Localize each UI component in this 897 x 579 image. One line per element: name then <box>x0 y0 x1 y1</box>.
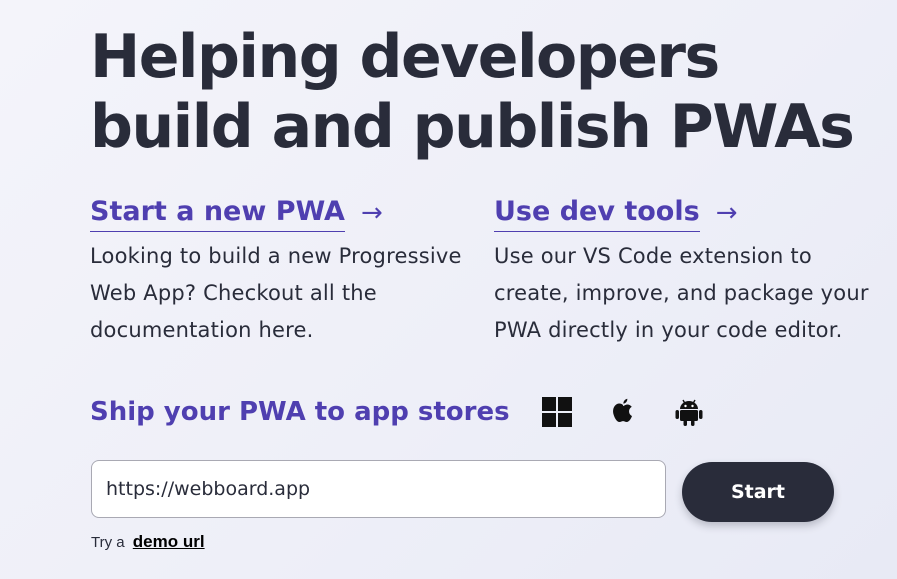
arrow-right-icon: → <box>360 198 383 228</box>
demo-url-row: Try a demo url <box>91 532 205 552</box>
use-dev-tools-link[interactable]: Use dev tools → <box>494 194 737 232</box>
ship-to-stores-title: Ship your PWA to app stores <box>90 397 510 427</box>
hero-title: Helping developers build and publish PWA… <box>90 22 855 162</box>
use-dev-tools-link-label: Use dev tools <box>494 194 700 232</box>
start-button[interactable]: Start <box>682 462 834 522</box>
android-icon <box>672 395 706 429</box>
demo-url-link[interactable]: demo url <box>133 532 205 551</box>
store-icons <box>540 395 738 429</box>
start-new-pwa-link-label: Start a new PWA <box>90 194 345 232</box>
url-input[interactable] <box>91 460 666 518</box>
dev-tools-description: Use our VS Code extension to create, imp… <box>494 244 869 342</box>
arrow-right-icon: → <box>715 198 738 228</box>
dev-tools-section: Use dev tools → Use our VS Code extensio… <box>494 194 884 349</box>
start-new-pwa-description: Looking to build a new Progressive Web A… <box>90 244 462 342</box>
start-new-pwa-link[interactable]: Start a new PWA → <box>90 194 383 232</box>
start-new-pwa-section: Start a new PWA → Looking to build a new… <box>90 194 480 349</box>
try-a-label: Try a <box>91 534 125 551</box>
windows-icon <box>540 395 574 429</box>
apple-icon <box>606 395 640 429</box>
ship-to-stores-row: Ship your PWA to app stores <box>90 390 738 434</box>
